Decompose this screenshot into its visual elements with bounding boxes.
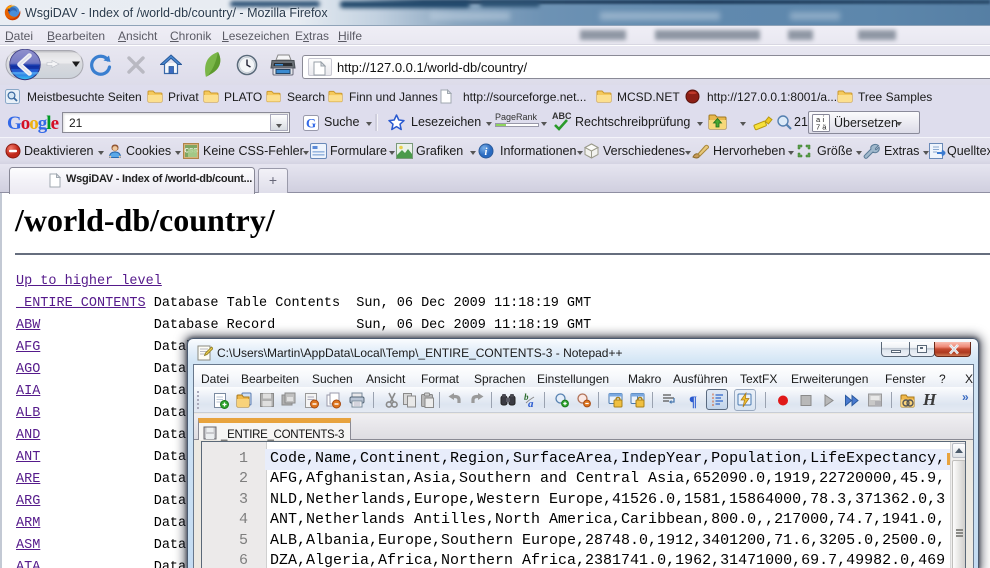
svg-text:a: a bbox=[528, 398, 534, 409]
svg-text:G: G bbox=[306, 116, 316, 131]
svg-text:¶: ¶ bbox=[689, 394, 697, 409]
svg-text:i: i bbox=[485, 147, 488, 158]
svg-text:7 ä: 7 ä bbox=[816, 123, 827, 132]
